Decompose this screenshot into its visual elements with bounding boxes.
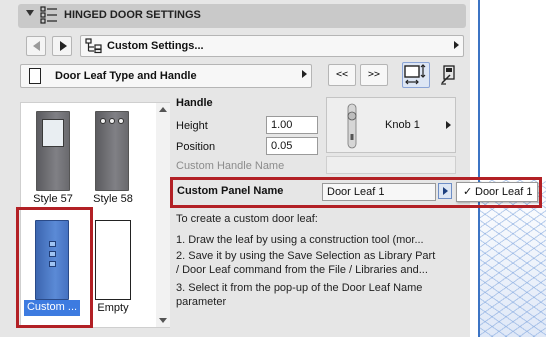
handle-preview-label: Knob 1 (385, 119, 420, 131)
height-label: Height (176, 120, 208, 132)
gallery-item-label: Empty (97, 302, 129, 314)
gallery-item-label: Style 57 (33, 193, 73, 205)
handle-section-title: Handle (176, 97, 213, 109)
next-page-button[interactable]: >> (360, 64, 388, 86)
help-line-6: parameter (176, 296, 227, 308)
page-dropdown-label: Door Leaf Type and Handle (55, 70, 197, 82)
door-page-icon (29, 68, 41, 84)
edit-pen-icon[interactable] (438, 64, 460, 86)
position-input[interactable]: 0.05 (266, 137, 318, 155)
settings-dropdown-label: Custom Settings... (107, 40, 204, 52)
dropdown-arrow-icon (302, 70, 307, 78)
custom-handle-name-input (326, 156, 456, 174)
door-leaf-thumbnail (36, 111, 70, 191)
scroll-down-icon[interactable] (159, 318, 167, 323)
door-settings-icon (40, 6, 57, 24)
position-label: Position (176, 141, 216, 153)
arrow-right-icon (60, 41, 67, 51)
help-line-1: To create a custom door leaf: (176, 213, 318, 225)
help-line-5: 3. Select it from the pop-up of the Door… (176, 282, 423, 294)
previous-button[interactable] (26, 36, 46, 56)
settings-dropdown[interactable]: Custom Settings... (80, 35, 464, 57)
collapse-arrow-icon[interactable] (26, 10, 34, 16)
resize-view-icon (404, 64, 426, 85)
tree-settings-icon (85, 38, 102, 54)
scroll-up-icon[interactable] (159, 107, 167, 112)
dropdown-arrow-icon (446, 121, 451, 129)
empty-leaf-thumbnail (95, 220, 131, 300)
help-line-2: 1. Draw the leaf by using a construction… (176, 234, 424, 246)
highlight-box-panel-name (170, 177, 542, 208)
arrow-left-icon (33, 41, 40, 51)
panel-title: HINGED DOOR SETTINGS (64, 9, 201, 21)
door-leaf-thumbnail (95, 111, 129, 191)
handle-preview-selector[interactable]: Knob 1 (326, 97, 456, 153)
highlight-box-custom (16, 207, 93, 328)
view-mode-button[interactable] (402, 62, 430, 88)
glass-panel (42, 119, 64, 147)
next-button[interactable] (52, 36, 72, 56)
gallery-scrollbar[interactable] (156, 103, 170, 327)
help-line-3: 2. Save it by using the Save Selection a… (176, 250, 436, 262)
help-line-4: / Door Leaf command from the File / Libr… (176, 264, 428, 276)
dropdown-arrow-icon (454, 41, 459, 49)
height-input[interactable]: 1.00 (266, 116, 318, 134)
gallery-item-label: Style 58 (93, 193, 133, 205)
custom-handle-name-label: Custom Handle Name (176, 160, 285, 172)
knob-handle-icon (347, 103, 357, 149)
previous-page-button[interactable]: << (328, 64, 356, 86)
page-dropdown[interactable]: Door Leaf Type and Handle (20, 64, 312, 88)
